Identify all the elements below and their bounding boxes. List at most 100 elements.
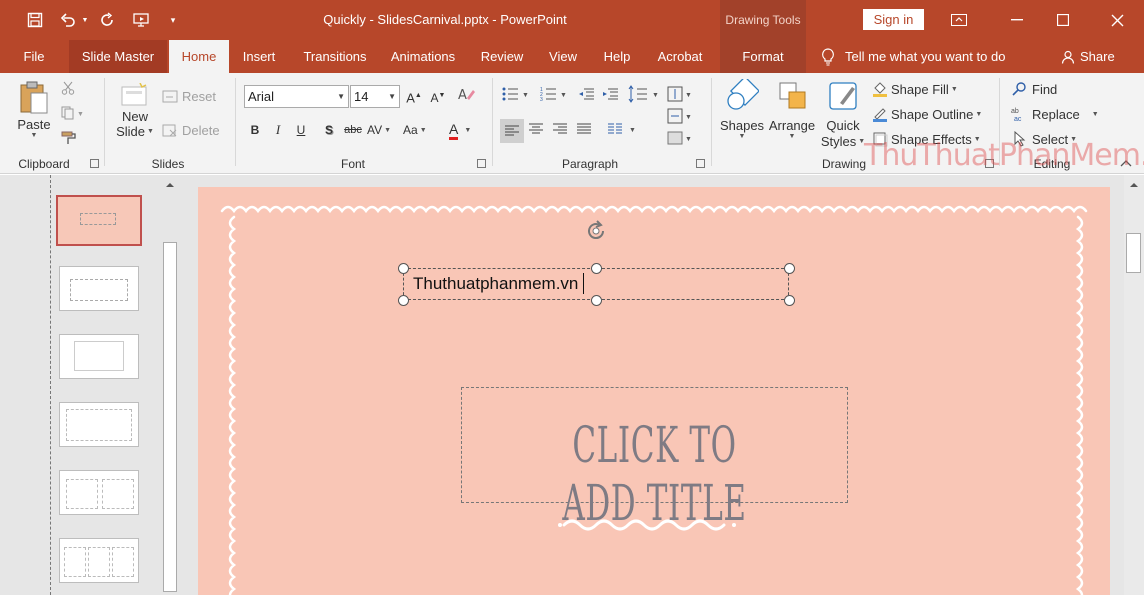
share-button[interactable]: Share xyxy=(1061,40,1121,73)
font-size-value: 14 xyxy=(354,89,369,104)
resize-handle[interactable] xyxy=(784,263,795,274)
font-size-select[interactable]: 14 ▼ xyxy=(350,85,400,108)
quick-styles-button[interactable]: Quick Styles ▼ xyxy=(820,79,866,150)
resize-handle[interactable] xyxy=(591,295,602,306)
scroll-thumb[interactable] xyxy=(1126,233,1141,273)
clipboard-launcher-icon[interactable] xyxy=(90,159,99,168)
text-cursor xyxy=(583,273,584,294)
ribbon-display-options-icon[interactable] xyxy=(936,0,982,40)
tab-format[interactable]: Format xyxy=(720,40,806,73)
smartart-icon[interactable]: ▼ xyxy=(667,129,693,147)
shape-outline-button[interactable]: Shape Outline ▼ xyxy=(872,105,982,123)
title-bar: ▼ ▾ Quickly - SlidesCarnival.pptx - Powe… xyxy=(0,0,1144,40)
chevron-down-icon: ▼ xyxy=(384,126,392,134)
character-spacing-button[interactable]: AV ▼ xyxy=(367,120,391,140)
shapes-button[interactable]: Shapes ▼ xyxy=(720,79,764,140)
person-icon xyxy=(1061,50,1075,64)
svg-text:▼: ▼ xyxy=(629,127,636,134)
text-direction-icon[interactable]: ▼ xyxy=(667,85,693,103)
tab-review[interactable]: Review xyxy=(474,40,530,73)
thumb-placeholder xyxy=(70,279,128,301)
change-case-button[interactable]: Aa ▼ xyxy=(403,120,427,140)
svg-text:▼: ▼ xyxy=(685,114,692,121)
chevron-down-icon: ▼ xyxy=(464,126,472,134)
chevron-down-icon: ▼ xyxy=(950,85,958,93)
bold-button[interactable]: B xyxy=(245,120,265,140)
decrease-font-size-icon[interactable]: A▼ xyxy=(428,86,448,106)
line-spacing-icon[interactable]: ▼ xyxy=(627,85,661,103)
font-color-button[interactable]: A ▼ xyxy=(449,119,471,141)
increase-font-size-icon[interactable]: A▲ xyxy=(404,86,424,106)
find-label: Find xyxy=(1032,81,1058,97)
change-case-label: Aa xyxy=(403,123,418,137)
italic-button[interactable]: I xyxy=(268,120,288,140)
align-left-icon[interactable] xyxy=(500,119,524,143)
underline-button[interactable]: U xyxy=(291,120,311,140)
paragraph-launcher-icon[interactable] xyxy=(696,159,705,168)
font-launcher-icon[interactable] xyxy=(477,159,486,168)
clear-formatting-icon[interactable]: A xyxy=(457,86,477,106)
scroll-up-icon[interactable] xyxy=(164,179,176,189)
slide-thumbnail[interactable] xyxy=(59,266,139,311)
scroll-up-icon[interactable] xyxy=(1128,179,1140,189)
find-button[interactable]: Find xyxy=(1011,80,1057,98)
text-box-content[interactable]: Thuthuatphanmem.vn xyxy=(413,274,578,294)
resize-handle[interactable] xyxy=(398,295,409,306)
slide-thumbnail[interactable] xyxy=(59,470,139,515)
tab-view[interactable]: View xyxy=(541,40,585,73)
increase-indent-icon[interactable] xyxy=(602,87,620,101)
text-shadow-button[interactable]: S xyxy=(319,120,339,140)
new-slide-button[interactable]: New Slide ▼ xyxy=(113,83,157,139)
tab-transitions[interactable]: Transitions xyxy=(295,40,375,73)
quick-styles-label-1: Quick xyxy=(826,118,860,133)
close-icon[interactable] xyxy=(1094,0,1140,40)
tab-help[interactable]: Help xyxy=(596,40,638,73)
align-text-icon[interactable]: ▼ xyxy=(667,107,693,125)
reset-button[interactable]: Reset xyxy=(162,89,216,104)
decrease-indent-icon[interactable] xyxy=(578,87,596,101)
scroll-thumb[interactable] xyxy=(163,242,177,592)
minimize-icon[interactable] xyxy=(994,0,1040,40)
svg-text:▼: ▼ xyxy=(77,111,83,118)
replace-button[interactable]: ab ac Replace ▼ xyxy=(1011,105,1099,123)
rotate-handle-icon[interactable] xyxy=(584,219,608,243)
format-painter-icon[interactable] xyxy=(61,131,77,145)
justify-icon[interactable] xyxy=(577,123,591,135)
thumbnail-scrollbar[interactable] xyxy=(161,175,179,595)
tab-slide-master[interactable]: Slide Master xyxy=(69,40,167,73)
arrange-button[interactable]: Arrange ▼ xyxy=(768,79,816,140)
align-right-icon[interactable] xyxy=(553,123,567,135)
resize-handle[interactable] xyxy=(398,263,409,274)
replace-icon: abac xyxy=(1011,108,1022,122)
columns-icon[interactable]: ▼ xyxy=(608,123,638,135)
slide-thumbnail[interactable] xyxy=(59,402,139,447)
tab-animations[interactable]: Animations xyxy=(384,40,462,73)
numbering-icon[interactable]: 1 2 3 ▼ xyxy=(540,87,568,101)
copy-icon[interactable]: ▼ xyxy=(61,106,83,120)
strikethrough-button[interactable]: abc xyxy=(342,120,364,140)
align-center-icon[interactable] xyxy=(529,123,543,135)
lightbulb-icon xyxy=(822,47,834,65)
delete-button[interactable]: Delete xyxy=(162,123,220,138)
chevron-down-icon: ▼ xyxy=(388,92,396,101)
tab-acrobat[interactable]: Acrobat xyxy=(649,40,711,73)
shape-fill-button[interactable]: Shape Fill ▼ xyxy=(872,80,958,98)
thumb-placeholder xyxy=(102,479,134,509)
tell-me-search[interactable]: Tell me what you want to do xyxy=(821,40,1021,73)
slide-thumbnail[interactable] xyxy=(59,334,139,379)
chevron-down-icon: ▼ xyxy=(337,92,345,101)
maximize-icon[interactable] xyxy=(1040,0,1086,40)
paste-button[interactable]: Paste ▼ xyxy=(17,81,51,139)
slide-thumbnail[interactable] xyxy=(59,538,139,583)
tab-home[interactable]: Home xyxy=(169,40,229,73)
slide-scrollbar[interactable] xyxy=(1124,175,1144,595)
resize-handle[interactable] xyxy=(784,295,795,306)
cut-icon[interactable] xyxy=(61,81,75,95)
sign-in-button[interactable]: Sign in xyxy=(863,9,924,30)
resize-handle[interactable] xyxy=(591,263,602,274)
tab-file[interactable]: File xyxy=(14,40,54,73)
slide-thumbnail[interactable] xyxy=(56,195,142,246)
tab-insert[interactable]: Insert xyxy=(235,40,283,73)
bullets-icon[interactable]: ▼ xyxy=(502,87,530,101)
font-name-select[interactable]: Arial ▼ xyxy=(244,85,349,108)
